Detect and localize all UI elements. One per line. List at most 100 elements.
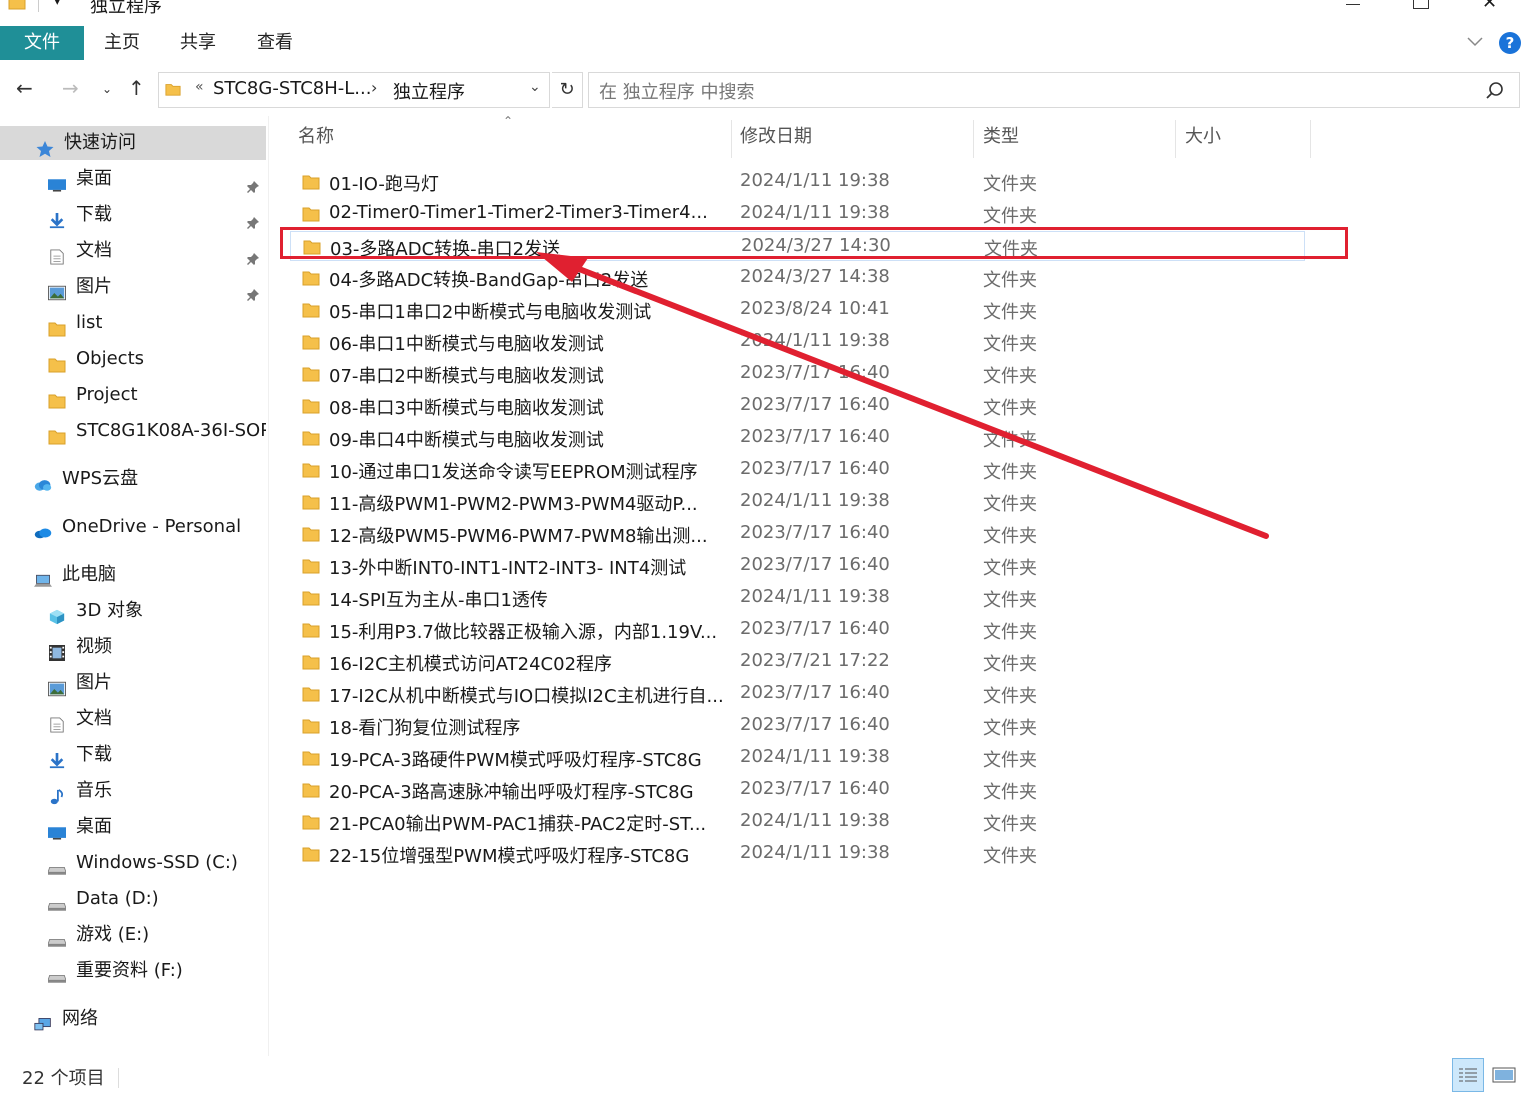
breadcrumb-current[interactable]: 独立程序: [393, 78, 465, 104]
sidebar-item[interactable]: 视频: [0, 630, 266, 664]
column-separator[interactable]: [973, 120, 974, 158]
quick-access-dropdown-icon[interactable]: ▾: [54, 0, 61, 9]
refresh-button[interactable]: ↻: [552, 72, 583, 108]
file-row[interactable]: 21-PCA0输出PWM-PAC1捕获-PAC2定时-ST... 2024/1/1…: [290, 807, 1305, 837]
file-row[interactable]: 09-串口4中断模式与电脑收发测试 2023/7/17 16:40 文件夹: [290, 423, 1305, 453]
help-button[interactable]: ?: [1499, 32, 1521, 54]
file-name[interactable]: 21-PCA0输出PWM-PAC1捕获-PAC2定时-ST...: [329, 810, 706, 836]
file-name[interactable]: 13-外中断INT0-INT1-INT2-INT3- INT4测试: [329, 554, 686, 580]
file-row[interactable]: 19-PCA-3路硬件PWM模式呼吸灯程序-STC8G 2024/1/11 19:…: [290, 743, 1305, 773]
sidebar-item[interactable]: 快速访问: [0, 126, 266, 160]
sidebar-item[interactable]: 下载: [0, 738, 266, 772]
address-dropdown-icon[interactable]: ⌄: [529, 79, 541, 95]
chevron-down-icon[interactable]: [1466, 32, 1484, 50]
close-button[interactable]: ✕: [1482, 0, 1497, 13]
forward-button[interactable]: →: [62, 76, 79, 100]
large-icons-view-button[interactable]: [1490, 1058, 1518, 1092]
file-row[interactable]: 20-PCA-3路高速脉冲输出呼吸灯程序-STC8G 2023/7/17 16:4…: [290, 775, 1305, 805]
address-bar[interactable]: « STC8G-STC8H-L... › 独立程序 ⌄: [158, 72, 550, 108]
search-box[interactable]: 在 独立程序 中搜索: [588, 72, 1520, 108]
search-icon[interactable]: [1485, 81, 1505, 101]
sidebar-item[interactable]: 重要资料 (F:): [0, 954, 266, 988]
file-name[interactable]: 10-通过串口1发送命令读写EEPROM测试程序: [329, 458, 698, 484]
tab-home[interactable]: 主页: [104, 26, 140, 60]
column-separator[interactable]: [1175, 120, 1176, 158]
file-name[interactable]: 01-IO-跑马灯: [329, 170, 439, 196]
sidebar-item[interactable]: STC8G1K08A-36I-SOP: [0, 414, 266, 448]
tab-view[interactable]: 查看: [257, 26, 293, 60]
sidebar-item[interactable]: 桌面: [0, 810, 266, 844]
recent-locations-dropdown[interactable]: ⌄: [102, 82, 112, 96]
up-button[interactable]: ↑: [128, 76, 145, 100]
sidebar-item[interactable]: OneDrive - Personal: [0, 510, 266, 544]
file-name[interactable]: 14-SPI互为主从-串口1透传: [329, 586, 548, 612]
file-row[interactable]: 06-串口1中断模式与电脑收发测试 2024/1/11 19:38 文件夹: [290, 327, 1305, 357]
file-name[interactable]: 07-串口2中断模式与电脑收发测试: [329, 362, 604, 388]
file-name[interactable]: 15-利用P3.7做比较器正极输入源，内部1.19V...: [329, 618, 717, 644]
file-row[interactable]: 17-I2C从机中断模式与IO口模拟I2C主机进行自... 2023/7/17 1…: [290, 679, 1305, 709]
column-separator[interactable]: [731, 120, 732, 158]
file-name[interactable]: 08-串口3中断模式与电脑收发测试: [329, 394, 604, 420]
sidebar-item[interactable]: WPS云盘: [0, 462, 266, 496]
file-row[interactable]: 11-高级PWM1-PWM2-PWM3-PWM4驱动P... 2024/1/11 …: [290, 487, 1305, 517]
file-row[interactable]: 15-利用P3.7做比较器正极输入源，内部1.19V... 2023/7/17 1…: [290, 615, 1305, 645]
sidebar-item[interactable]: 此电脑: [0, 558, 266, 592]
minimize-button[interactable]: [1346, 4, 1360, 5]
file-name[interactable]: 02-Timer0-Timer1-Timer2-Timer3-Timer4...: [329, 202, 708, 223]
file-row[interactable]: 12-高级PWM5-PWM6-PWM7-PWM8输出测... 2023/7/17 …: [290, 519, 1305, 549]
sidebar-item[interactable]: 游戏 (E:): [0, 918, 266, 952]
sidebar-item[interactable]: 图片: [0, 666, 266, 700]
sidebar-item[interactable]: 3D 对象: [0, 594, 266, 628]
breadcrumb-separator-icon[interactable]: ›: [371, 78, 377, 97]
sidebar-item[interactable]: 文档: [0, 702, 266, 736]
maximize-button[interactable]: [1413, 0, 1429, 9]
tab-share[interactable]: 共享: [180, 26, 216, 60]
file-row[interactable]: 16-I2C主机模式访问AT24C02程序 2023/7/21 17:22 文件夹: [290, 647, 1305, 677]
sidebar-item[interactable]: 下载: [0, 198, 266, 232]
file-row[interactable]: 02-Timer0-Timer1-Timer2-Timer3-Timer4...…: [290, 199, 1305, 229]
file-row[interactable]: 10-通过串口1发送命令读写EEPROM测试程序 2023/7/17 16:40 文…: [290, 455, 1305, 485]
column-header-size[interactable]: 大小: [1185, 122, 1221, 158]
file-row[interactable]: 07-串口2中断模式与电脑收发测试 2023/7/17 16:40 文件夹: [290, 359, 1305, 389]
file-row[interactable]: 08-串口3中断模式与电脑收发测试 2023/7/17 16:40 文件夹: [290, 391, 1305, 421]
file-name[interactable]: 05-串口1串口2中断模式与电脑收发测试: [329, 298, 651, 324]
file-name[interactable]: 11-高级PWM1-PWM2-PWM3-PWM4驱动P...: [329, 490, 698, 516]
file-row[interactable]: 05-串口1串口2中断模式与电脑收发测试 2023/8/24 10:41 文件夹: [290, 295, 1305, 325]
column-header-name[interactable]: 名称: [298, 122, 334, 158]
file-row[interactable]: 01-IO-跑马灯 2024/1/11 19:38 文件夹: [290, 167, 1305, 197]
details-view-button[interactable]: [1452, 1058, 1484, 1092]
sidebar-item[interactable]: Project: [0, 378, 266, 412]
file-name[interactable]: 16-I2C主机模式访问AT24C02程序: [329, 650, 612, 676]
file-name[interactable]: 04-多路ADC转换-BandGap-串口2发送: [329, 266, 648, 292]
sidebar-item[interactable]: 桌面: [0, 162, 266, 196]
breadcrumb-overflow[interactable]: «: [195, 79, 204, 95]
sidebar-item[interactable]: 网络: [0, 1002, 266, 1036]
sidebar-item[interactable]: 音乐: [0, 774, 266, 808]
sidebar-item[interactable]: Objects: [0, 342, 266, 376]
file-row[interactable]: 13-外中断INT0-INT1-INT2-INT3- INT4测试 2023/7/…: [290, 551, 1305, 581]
file-name[interactable]: 18-看门狗复位测试程序: [329, 714, 520, 740]
file-row[interactable]: 18-看门狗复位测试程序 2023/7/17 16:40 文件夹: [290, 711, 1305, 741]
sidebar-item[interactable]: Windows-SSD (C:): [0, 846, 266, 880]
file-name[interactable]: 22-15位增强型PWM模式呼吸灯程序-STC8G: [329, 842, 689, 868]
column-separator[interactable]: [1310, 120, 1311, 158]
breadcrumb-parent[interactable]: STC8G-STC8H-L...: [213, 78, 371, 99]
sidebar-item[interactable]: 图片: [0, 270, 266, 304]
search-input[interactable]: 在 独立程序 中搜索: [599, 78, 754, 104]
tab-file[interactable]: 文件: [0, 26, 84, 60]
file-name[interactable]: 20-PCA-3路高速脉冲输出呼吸灯程序-STC8G: [329, 778, 694, 804]
file-name[interactable]: 06-串口1中断模式与电脑收发测试: [329, 330, 604, 356]
back-button[interactable]: ←: [16, 76, 33, 100]
column-header-date[interactable]: 修改日期: [740, 122, 812, 158]
sidebar-item[interactable]: list: [0, 306, 266, 340]
file-row[interactable]: 14-SPI互为主从-串口1透传 2024/1/11 19:38 文件夹: [290, 583, 1305, 613]
sidebar-item[interactable]: Data (D:): [0, 882, 266, 916]
column-header-type[interactable]: 类型: [983, 122, 1019, 158]
file-name[interactable]: 12-高级PWM5-PWM6-PWM7-PWM8输出测...: [329, 522, 708, 548]
file-name[interactable]: 19-PCA-3路硬件PWM模式呼吸灯程序-STC8G: [329, 746, 702, 772]
file-row[interactable]: 22-15位增强型PWM模式呼吸灯程序-STC8G 2024/1/11 19:38…: [290, 839, 1305, 869]
file-name[interactable]: 09-串口4中断模式与电脑收发测试: [329, 426, 604, 452]
file-row[interactable]: 04-多路ADC转换-BandGap-串口2发送 2024/3/27 14:38 文…: [290, 263, 1305, 293]
sidebar-item[interactable]: 文档: [0, 234, 266, 268]
file-name[interactable]: 17-I2C从机中断模式与IO口模拟I2C主机进行自...: [329, 682, 724, 708]
